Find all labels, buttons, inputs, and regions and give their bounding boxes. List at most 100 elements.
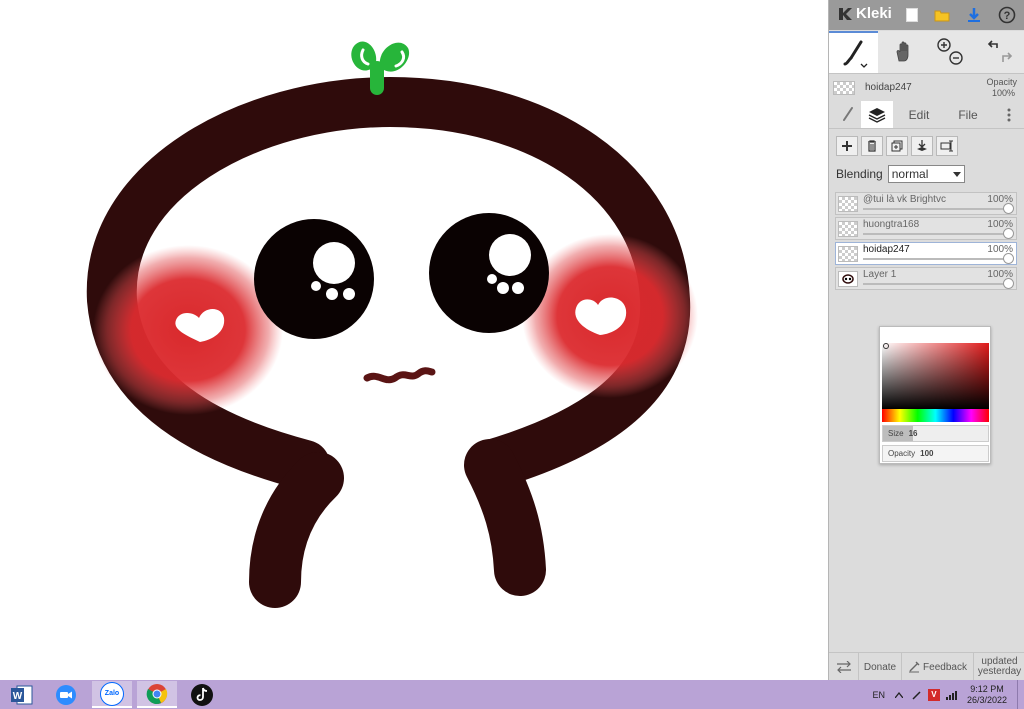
help-icon[interactable]: ? [998,6,1016,24]
delete-layer-icon [868,140,876,152]
current-opacity-value: 100% [991,88,1015,98]
blending-value: normal [891,167,929,181]
layer-name: Layer 1 [863,269,897,280]
rename-layer-button[interactable] [936,136,958,156]
hue-slider[interactable] [882,409,989,422]
kleki-logo-icon [839,7,852,20]
feedback-link[interactable]: Feedback [902,653,974,681]
layer-name: @tui là vk Brightvc [863,194,946,205]
layer-item[interactable]: @tui là vk Brightvc 100% [835,192,1017,215]
taskbar-word[interactable]: W [2,681,42,708]
color-picker-popup: Size 16 Opacity 100 [879,326,991,464]
new-image-icon[interactable] [903,6,921,24]
brush-icon [843,106,853,121]
system-tray: EN V 9:12 PM 26/3/2022 [872,680,1024,709]
layers-icon [868,107,886,123]
current-layer-name: hoidap247 [865,82,912,93]
layer-item-selected[interactable]: hoidap247 100% [835,242,1017,265]
tool-row [829,31,1024,74]
add-layer-button[interactable] [836,136,858,156]
blending-row: Blending normal [836,165,965,183]
brush-tool[interactable] [829,31,878,73]
saturation-value-area[interactable] [882,343,989,409]
tab-file[interactable]: File [947,101,989,128]
layer-opacity-handle[interactable] [1003,278,1014,289]
layer-thumbnail [838,221,858,237]
opacity-label: Opacity [888,449,916,458]
merge-layer-icon [917,140,927,151]
svg-text:?: ? [1004,10,1011,22]
network-icon[interactable] [945,690,958,700]
swap-side-button[interactable] [829,653,859,681]
chevron-down-icon [952,171,961,177]
more-menu-button[interactable] [999,101,1019,128]
show-desktop-button[interactable] [1017,680,1024,709]
add-layer-icon [842,141,852,151]
panel-tabs: Edit File [829,101,1024,129]
undo-redo-icon [987,40,1013,62]
zoom-tool[interactable] [928,31,972,73]
open-folder-icon[interactable] [933,6,951,24]
download-icon[interactable] [965,6,983,24]
layer-opacity-track[interactable] [863,283,1008,285]
merge-layer-button[interactable] [911,136,933,156]
layer-opacity-handle[interactable] [1003,203,1014,214]
svg-text:W: W [13,691,23,702]
pen-icon[interactable] [912,690,922,700]
taskbar-chrome[interactable] [137,681,177,708]
hand-tool[interactable] [884,31,924,73]
blending-label: Blending [836,167,883,181]
layer-thumbnail [838,271,858,287]
taskbar-tiktok[interactable] [182,681,222,708]
updated-info[interactable]: updated yesterday [974,653,1024,681]
tiktok-icon [191,683,213,706]
vietkey-icon[interactable]: V [927,688,940,701]
taskbar-zoom[interactable] [46,681,86,708]
delete-layer-button[interactable] [861,136,883,156]
layer-item[interactable]: Layer 1 100% [835,267,1017,290]
drawing-canvas[interactable] [0,0,828,680]
undo-redo-tool[interactable] [979,31,1021,73]
kleki-logo[interactable]: Kleki [837,5,892,22]
clock[interactable]: 9:12 PM 26/3/2022 [967,684,1007,706]
current-opacity-label: Opacity [986,77,1017,87]
tab-edit[interactable]: Edit [897,101,941,128]
layer-opacity-handle[interactable] [1003,228,1014,239]
brush-size-slider[interactable]: Size 16 [882,425,989,442]
top-bar: Kleki ? [829,0,1024,30]
layer-opacity-track[interactable] [863,233,1008,235]
size-value: 16 [908,429,918,438]
duplicate-layer-button[interactable] [886,136,908,156]
layer-opacity-track[interactable] [863,258,1008,260]
layer-opacity-handle[interactable] [1003,253,1014,264]
rename-layer-icon [940,140,953,152]
layer-thumbnail [838,246,858,262]
language-indicator[interactable]: EN [872,690,885,700]
layer-thumbnail [838,196,858,212]
current-layer-thumbnail [833,81,855,95]
chrome-icon [146,683,168,704]
layer-name: huongtra168 [863,219,920,230]
sidebar-footer: Donate Feedback updated yesterday [829,652,1024,681]
color-cursor[interactable] [883,343,889,349]
donate-link[interactable]: Donate [859,653,902,681]
clock-date: 26/3/2022 [966,694,1007,705]
hand-icon [896,41,909,62]
zoom-icon [937,38,963,65]
more-icon [1007,108,1011,121]
current-color-preview [882,329,989,341]
layer-opacity-track[interactable] [863,208,1008,210]
duplicate-layer-icon [891,140,903,152]
tab-brush[interactable] [833,101,861,128]
layer-item[interactable]: huongtra168 100% [835,217,1017,240]
taskbar-zalo[interactable]: Zalo [92,681,132,708]
drawing-artwork [86,41,698,608]
tab-layers[interactable] [861,101,893,128]
blending-select[interactable]: normal [887,165,965,183]
show-hidden-icons-icon[interactable] [894,691,903,698]
brush-opacity-slider[interactable]: Opacity 100 [882,445,989,462]
layer-name: hoidap247 [863,244,910,255]
zalo-icon: Zalo [100,681,124,706]
clock-time: 9:12 PM [970,683,1004,694]
zoom-app-icon [56,684,76,705]
